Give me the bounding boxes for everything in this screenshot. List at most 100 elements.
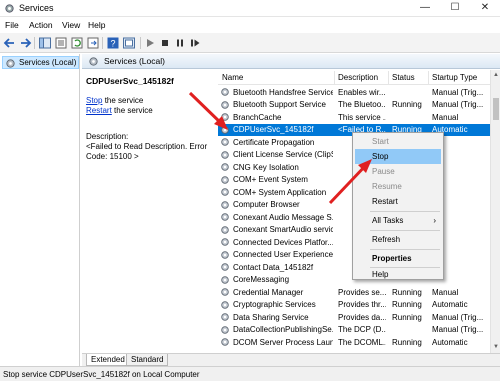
context-menu-start[interactable]: Start <box>355 134 441 149</box>
refresh-icon[interactable] <box>70 36 84 50</box>
services-pane-header: Services (Local) <box>82 54 500 69</box>
service-gear-icon <box>220 187 230 197</box>
column-divider[interactable] <box>334 71 335 84</box>
service-name-cell: CoreMessaging <box>233 275 290 284</box>
context-menu-all-tasks[interactable]: All Tasks › <box>355 213 441 228</box>
back-arrow-icon[interactable] <box>3 36 17 50</box>
scrollbar-thumb[interactable] <box>493 98 499 120</box>
window-title: Services <box>19 3 54 13</box>
services-gear-icon <box>5 4 14 13</box>
service-gear-icon <box>220 225 230 235</box>
tab-standard[interactable]: Standard <box>126 354 169 366</box>
properties-list-icon[interactable] <box>54 36 68 50</box>
table-row[interactable]: DataCollectionPublishingSe... The DCP (D.… <box>218 324 490 337</box>
context-menu-help[interactable]: Help <box>355 267 441 282</box>
service-status-cell: Running <box>392 287 422 297</box>
service-name-cell: CDPUserSvc_145182f <box>233 125 314 134</box>
restart-service-link[interactable]: Restart <box>86 106 112 115</box>
column-header-name[interactable]: Name <box>222 73 243 82</box>
service-gear-icon <box>220 200 230 210</box>
console-tree-icon[interactable] <box>38 36 52 50</box>
export-list-icon[interactable] <box>86 36 100 50</box>
service-gear-icon <box>220 312 230 322</box>
context-menu: Start Stop Pause Resume Restart All Task… <box>352 132 444 280</box>
service-gear-icon <box>220 87 230 97</box>
table-row[interactable]: DCOM Server Process Laun... The DCOML... R… <box>218 336 490 349</box>
gear-icon <box>5 58 16 69</box>
tree-item-services-local[interactable]: Services (Local) <box>2 56 79 69</box>
table-row[interactable]: Credential Manager Provides se... Running M… <box>218 286 490 299</box>
stop-service-link[interactable]: Stop <box>86 96 102 105</box>
service-name-cell: DataCollectionPublishingSe... <box>233 325 333 334</box>
menu-help[interactable]: Help <box>88 20 105 30</box>
context-menu-pause[interactable]: Pause <box>355 164 441 179</box>
service-name-cell: Connected Devices Platfor... <box>233 237 333 247</box>
selected-service-name: CDPUserSvc_145182f <box>86 76 174 86</box>
service-gear-icon <box>220 175 230 185</box>
context-menu-restart[interactable]: Restart <box>355 194 441 209</box>
service-gear-icon <box>220 325 230 335</box>
description-text: <Failed to Read Description. Error Code:… <box>86 142 208 161</box>
service-description-cell: Provides da... <box>338 312 386 322</box>
service-gear-icon <box>220 137 230 147</box>
service-description-cell: Provides thr... <box>338 300 386 309</box>
toolbar-separator <box>140 37 141 49</box>
forward-arrow-icon[interactable] <box>18 36 32 50</box>
service-details-pane: CDPUserSvc_145182f Stop the service Rest… <box>82 70 217 353</box>
table-row[interactable]: Bluetooth Support Service The Bluetoo... R… <box>218 99 490 112</box>
help-icon[interactable]: ? <box>106 36 120 50</box>
restart-suffix: the service <box>111 106 153 115</box>
column-header-description[interactable]: Description <box>338 73 378 82</box>
service-startup-cell: Manual (Trig... <box>432 100 484 109</box>
close-button[interactable]: ✕ <box>470 0 500 17</box>
column-header-status[interactable]: Status <box>392 73 415 82</box>
service-name-cell: Conexant SmartAudio service <box>233 225 333 234</box>
service-name-cell: Contact Data_145182f <box>233 262 314 272</box>
pause-service-icon[interactable] <box>173 36 187 50</box>
table-row[interactable]: Cryptographic Services Provides thr... Run… <box>218 299 490 312</box>
service-description-cell: Enables wir... <box>338 87 386 97</box>
service-description-cell: The DCP (D... <box>338 325 386 334</box>
service-description-cell: This service ... <box>338 112 386 122</box>
menu-view[interactable]: View <box>62 20 80 30</box>
tree-item-label: Services (Local) <box>19 58 77 67</box>
minimize-button[interactable]: — <box>410 0 440 17</box>
context-menu-stop[interactable]: Stop <box>355 149 441 164</box>
stop-action: Stop the service <box>86 96 143 105</box>
column-header-startup-type[interactable]: Startup Type <box>432 73 477 82</box>
column-divider[interactable] <box>388 71 389 84</box>
menu-action[interactable]: Action <box>29 20 53 30</box>
service-gear-icon <box>220 262 230 272</box>
status-bar: Stop service CDPUserSvc_145182f on Local… <box>0 366 500 381</box>
column-divider[interactable] <box>428 71 429 84</box>
context-menu-resume[interactable]: Resume <box>355 179 441 194</box>
service-name-cell: Data Sharing Service <box>233 312 309 322</box>
stop-service-icon[interactable] <box>158 36 172 50</box>
service-name-cell: CNG Key Isolation <box>233 162 299 172</box>
start-service-icon[interactable] <box>143 36 157 50</box>
menu-file[interactable]: File <box>5 20 19 30</box>
service-gear-icon <box>220 100 230 110</box>
scroll-down-icon[interactable]: ▼ <box>493 344 499 350</box>
scroll-up-icon[interactable]: ▲ <box>493 72 499 78</box>
services-pane-title: Services (Local) <box>104 56 165 66</box>
show-hide-icon[interactable] <box>122 36 136 50</box>
status-text: Stop service CDPUserSvc_145182f on Local… <box>3 370 200 379</box>
table-row[interactable]: BranchCache This service ... Manual <box>218 111 490 124</box>
service-gear-icon <box>220 287 230 297</box>
service-description-cell: The DCOML... <box>338 337 386 347</box>
maximize-button[interactable]: ☐ <box>440 0 470 17</box>
table-row[interactable]: Data Sharing Service Provides da... Runnin… <box>218 311 490 324</box>
tab-extended[interactable]: Extended <box>86 354 130 366</box>
table-row[interactable]: Bluetooth Handsfree Service Enables wir..… <box>218 86 490 99</box>
context-menu-properties[interactable]: Properties <box>355 251 441 266</box>
context-menu-refresh[interactable]: Refresh <box>355 232 441 247</box>
service-gear-icon <box>220 337 230 347</box>
description-label: Description: <box>86 132 129 141</box>
service-name-cell: Connected User Experience... <box>233 250 333 259</box>
vertical-scrollbar[interactable]: ▲ ▼ <box>490 70 500 353</box>
restart-service-icon[interactable] <box>188 36 202 50</box>
service-status-cell: Running <box>392 337 422 347</box>
service-startup-cell: Manual (Trig... <box>432 87 484 97</box>
service-name-cell: Bluetooth Support Service <box>233 100 326 109</box>
